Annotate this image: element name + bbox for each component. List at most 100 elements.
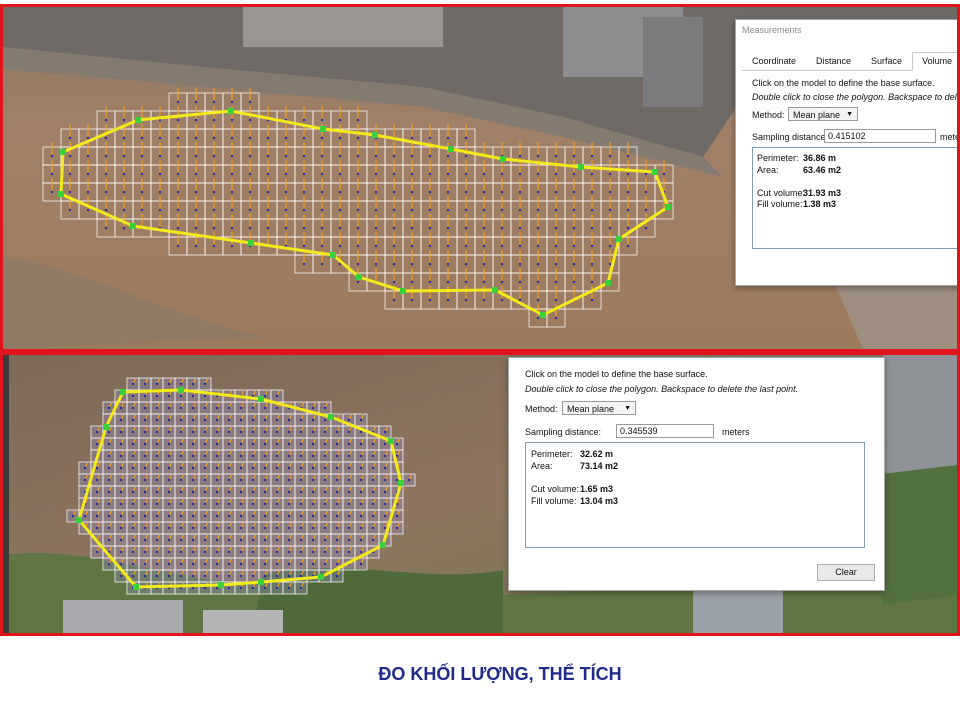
polygon-vertex[interactable] bbox=[218, 582, 224, 588]
polygon-vertex[interactable] bbox=[178, 387, 184, 393]
sample-point bbox=[83, 514, 87, 518]
polygon-vertex[interactable] bbox=[58, 191, 64, 197]
polygon-vertex[interactable] bbox=[135, 117, 141, 123]
instruction-text: Click on the model to define the base su… bbox=[752, 78, 935, 88]
measurement-tabs: Coordinate Distance Surface Volume bbox=[742, 52, 957, 71]
sample-point bbox=[215, 538, 219, 542]
sample-point bbox=[392, 172, 396, 176]
sample-point bbox=[203, 502, 207, 506]
sample-point bbox=[167, 550, 171, 554]
sample-point bbox=[215, 454, 219, 458]
page-caption: ĐO KHỐI LƯỢNG, THỂ TÍCH bbox=[378, 664, 622, 684]
sample-point bbox=[239, 466, 243, 470]
sample-point bbox=[302, 226, 306, 230]
polygon-vertex[interactable] bbox=[492, 287, 498, 293]
polygon-vertex[interactable] bbox=[258, 396, 264, 402]
sample-point bbox=[338, 208, 342, 212]
clear-button[interactable]: Clear bbox=[817, 564, 875, 581]
sample-point bbox=[299, 490, 303, 494]
polygon-vertex[interactable] bbox=[652, 169, 658, 175]
polygon-vertex[interactable] bbox=[616, 236, 622, 242]
tab-surface[interactable]: Surface bbox=[861, 52, 912, 71]
method-select[interactable]: Mean plane ▼ bbox=[562, 401, 636, 415]
polygon-vertex[interactable] bbox=[103, 424, 109, 430]
method-value: Mean plane bbox=[567, 404, 615, 414]
sample-point bbox=[131, 514, 135, 518]
sampling-distance-input[interactable]: 0.345539 bbox=[616, 424, 714, 438]
polygon-vertex[interactable] bbox=[500, 156, 506, 162]
sample-point bbox=[392, 262, 396, 266]
polygon-vertex[interactable] bbox=[228, 108, 234, 114]
polygon-vertex[interactable] bbox=[540, 312, 546, 318]
polygon-vertex[interactable] bbox=[120, 389, 126, 395]
sample-point bbox=[95, 466, 99, 470]
sample-point bbox=[311, 550, 315, 554]
polygon-vertex[interactable] bbox=[318, 574, 324, 580]
polygon-vertex[interactable] bbox=[380, 542, 386, 548]
polygon-vertex[interactable] bbox=[398, 480, 404, 486]
polygon-vertex[interactable] bbox=[578, 164, 584, 170]
method-select[interactable]: Mean plane ▼ bbox=[788, 107, 858, 121]
polygon-vertex[interactable] bbox=[400, 288, 406, 294]
sample-point bbox=[251, 442, 255, 446]
sample-point bbox=[179, 514, 183, 518]
polygon-vertex[interactable] bbox=[133, 584, 139, 590]
sample-point bbox=[518, 280, 522, 284]
sample-point bbox=[119, 406, 123, 410]
polygon-vertex[interactable] bbox=[130, 223, 136, 229]
sample-point bbox=[107, 478, 111, 482]
polygon-vertex[interactable] bbox=[60, 149, 66, 155]
polygon-vertex[interactable] bbox=[372, 132, 378, 138]
sample-point bbox=[356, 136, 360, 140]
sample-point bbox=[608, 154, 612, 158]
sample-point bbox=[86, 208, 90, 212]
sample-point bbox=[227, 478, 231, 482]
sample-point bbox=[158, 208, 162, 212]
sample-point bbox=[464, 244, 468, 248]
polygon-vertex[interactable] bbox=[320, 126, 326, 132]
polygon-vertex[interactable] bbox=[258, 579, 264, 585]
polygon-vertex[interactable] bbox=[388, 438, 394, 444]
polygon-vertex[interactable] bbox=[665, 204, 671, 210]
sampling-unit: meters bbox=[722, 427, 750, 437]
polygon-vertex[interactable] bbox=[248, 240, 254, 246]
polygon-vertex[interactable] bbox=[356, 274, 362, 280]
sample-point bbox=[119, 550, 123, 554]
sample-point bbox=[590, 190, 594, 194]
sample-point bbox=[263, 502, 267, 506]
sample-point bbox=[500, 280, 504, 284]
sample-point bbox=[608, 190, 612, 194]
sample-point bbox=[143, 442, 147, 446]
tab-volume[interactable]: Volume bbox=[912, 52, 957, 71]
tab-distance[interactable]: Distance bbox=[806, 52, 861, 71]
sample-point bbox=[356, 172, 360, 176]
polygon-vertex[interactable] bbox=[448, 146, 454, 152]
sample-point bbox=[275, 514, 279, 518]
sample-point bbox=[554, 280, 558, 284]
polygon-vertex[interactable] bbox=[76, 517, 82, 523]
sample-point bbox=[374, 226, 378, 230]
sample-point bbox=[122, 226, 126, 230]
sample-point bbox=[194, 244, 198, 248]
sample-point bbox=[248, 154, 252, 158]
sample-point bbox=[374, 262, 378, 266]
sample-point bbox=[392, 190, 396, 194]
polygon-vertex[interactable] bbox=[328, 414, 334, 420]
sample-point bbox=[86, 190, 90, 194]
sample-point bbox=[299, 502, 303, 506]
sample-point bbox=[335, 490, 339, 494]
polygon-vertex[interactable] bbox=[330, 252, 336, 258]
sample-point bbox=[410, 190, 414, 194]
sample-point bbox=[311, 490, 315, 494]
sample-point bbox=[383, 454, 387, 458]
sample-point bbox=[227, 418, 231, 422]
sampling-distance-input[interactable]: 0.415102 bbox=[824, 129, 936, 143]
tab-coordinate[interactable]: Coordinate bbox=[742, 52, 806, 71]
sample-point bbox=[215, 430, 219, 434]
sample-point bbox=[608, 226, 612, 230]
polygon-vertex[interactable] bbox=[605, 280, 611, 286]
sample-point bbox=[263, 574, 267, 578]
sample-point bbox=[371, 538, 375, 542]
sample-point bbox=[590, 280, 594, 284]
sample-point bbox=[122, 172, 126, 176]
